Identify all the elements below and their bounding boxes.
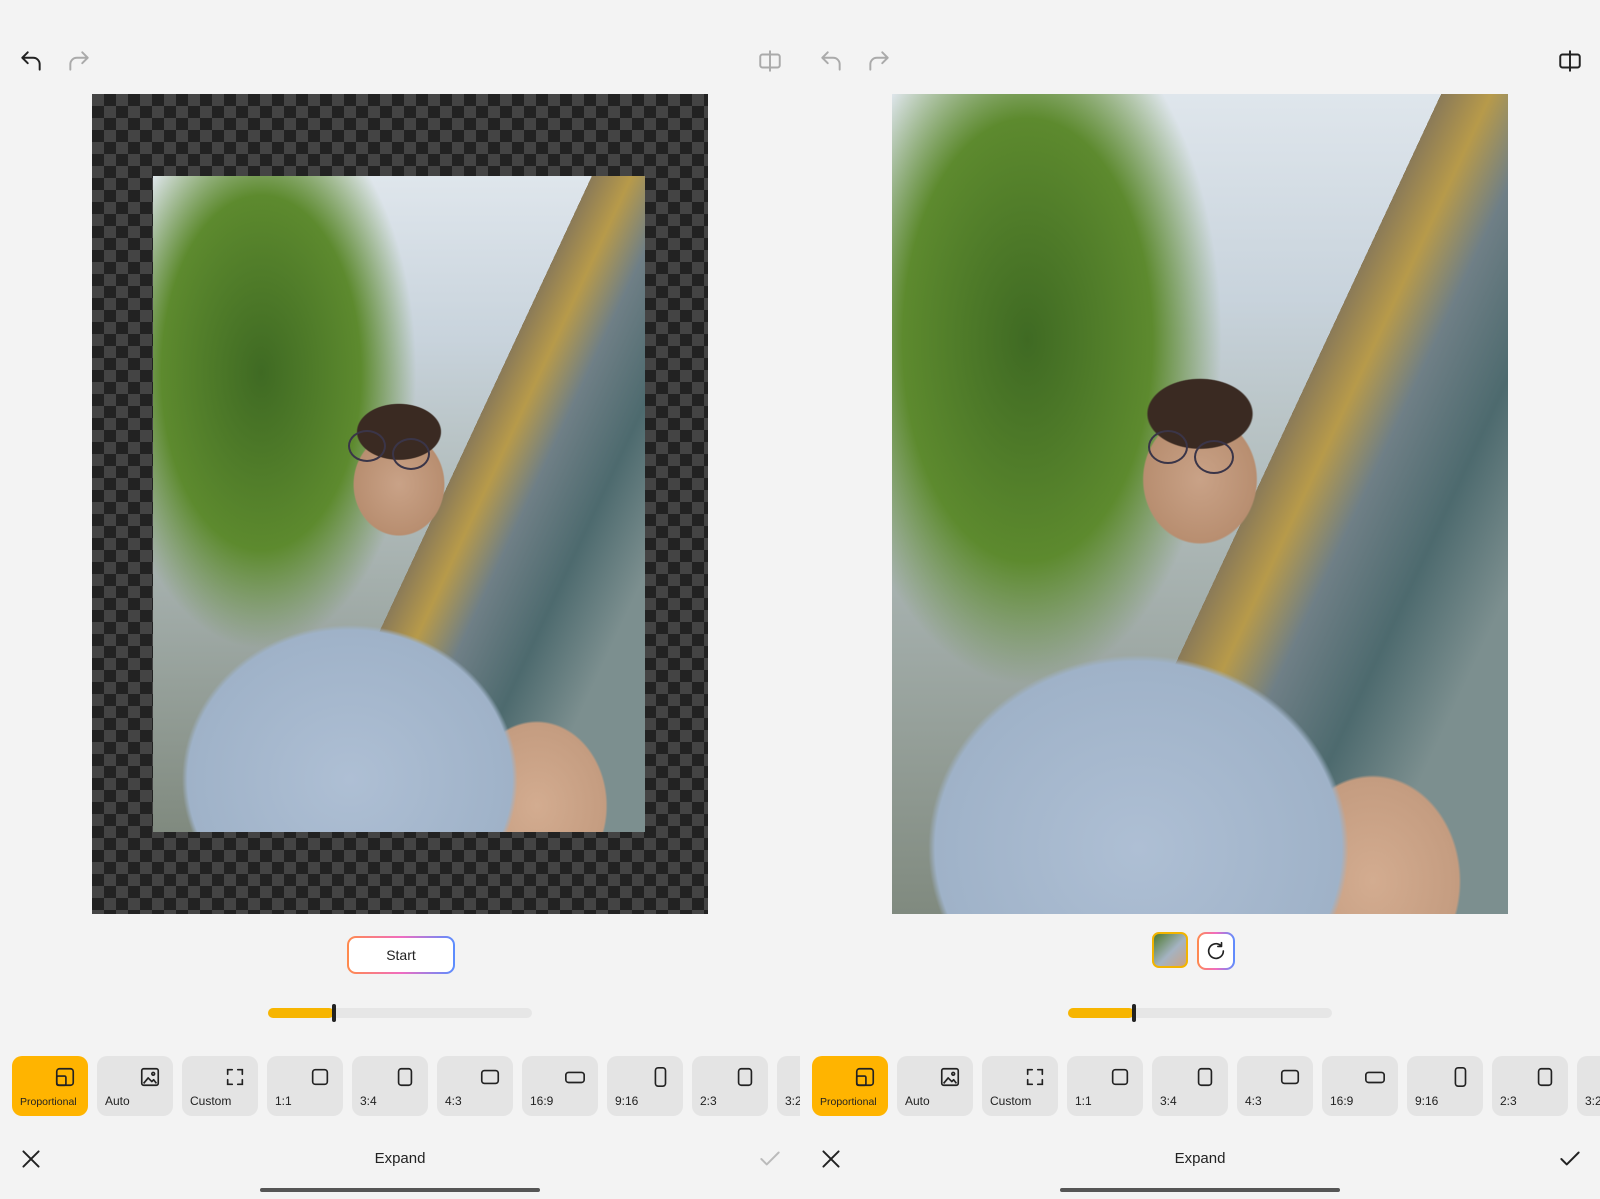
image-icon	[939, 1066, 961, 1088]
bottom-bar: Expand	[0, 1142, 800, 1178]
ratio-option-1-1[interactable]: 1:1	[1067, 1056, 1143, 1116]
left-pane: Start Proportional Auto Custom 1:1 3:4 4:3 16:…	[0, 0, 800, 1199]
original-photo	[153, 176, 645, 832]
ratio-list: Proportional Auto Custom 1:1 3:4 4:3 16:9 9:16 2…	[12, 1056, 800, 1116]
expanded-canvas[interactable]	[892, 94, 1508, 914]
slider-handle[interactable]	[332, 1004, 336, 1022]
ratio-option-4-3[interactable]: 4:3	[1237, 1056, 1313, 1116]
ratio-option-9-16[interactable]: 9:16	[1407, 1056, 1483, 1116]
result-row	[1152, 932, 1235, 970]
ratio-option-label: Auto	[105, 1094, 130, 1108]
square-icon	[1109, 1066, 1131, 1088]
ratio-option-label: Custom	[990, 1094, 1032, 1108]
start-button[interactable]: Start	[347, 936, 455, 974]
ratio-option-auto[interactable]: Auto	[897, 1056, 973, 1116]
ratio-option-label: 3:2	[1585, 1094, 1600, 1108]
ratio-option-label: 2:3	[1500, 1094, 1517, 1108]
home-indicator	[260, 1188, 540, 1192]
ratio-option-label: 3:4	[360, 1094, 377, 1108]
custom-frame-icon	[224, 1066, 246, 1088]
wide-rect-icon	[564, 1066, 586, 1088]
expand-slider[interactable]	[268, 1004, 532, 1022]
check-icon[interactable]	[1557, 1146, 1583, 1172]
ratio-option-proportional[interactable]: Proportional	[12, 1056, 88, 1116]
ratio-option-label: 4:3	[445, 1094, 462, 1108]
slider-fill	[268, 1008, 334, 1018]
bottom-bar: Expand	[800, 1142, 1600, 1178]
ratio-option-label: 16:9	[1330, 1094, 1354, 1108]
portrait-rect-icon	[1194, 1066, 1216, 1088]
result-thumbnail[interactable]	[1152, 932, 1188, 968]
ratio-option-3-2[interactable]: 3:2	[777, 1056, 800, 1116]
ratio-option-proportional[interactable]: Proportional	[812, 1056, 888, 1116]
image-icon	[139, 1066, 161, 1088]
ratio-option-label: 2:3	[700, 1094, 717, 1108]
portrait-rect-icon	[1534, 1066, 1556, 1088]
ratio-option-label: 1:1	[1075, 1094, 1092, 1108]
square-icon	[309, 1066, 331, 1088]
ratio-option-label: 9:16	[615, 1094, 639, 1108]
ratio-option-label: 1:1	[275, 1094, 292, 1108]
redo-icon[interactable]	[64, 46, 94, 76]
ratio-option-label: Proportional	[20, 1096, 77, 1108]
slider-handle[interactable]	[1132, 1004, 1136, 1022]
ratio-option-label: 4:3	[1245, 1094, 1262, 1108]
expand-canvas[interactable]	[92, 94, 708, 914]
right-pane: Proportional Auto Custom 1:1 3:4 4:3 16:9 9:16 2…	[800, 0, 1600, 1199]
proportional-icon	[854, 1066, 876, 1088]
landscape-rect-icon	[479, 1066, 501, 1088]
ratio-list: Proportional Auto Custom 1:1 3:4 4:3 16:9 9:16 2…	[812, 1056, 1600, 1116]
check-icon[interactable]	[757, 1146, 783, 1172]
ratio-option-label: 16:9	[530, 1094, 554, 1108]
ratio-option-1-1[interactable]: 1:1	[267, 1056, 343, 1116]
ratio-option-16-9[interactable]: 16:9	[1322, 1056, 1398, 1116]
ratio-option-label: Custom	[190, 1094, 232, 1108]
ratio-option-2-3[interactable]: 2:3	[1492, 1056, 1568, 1116]
ratio-option-label: 3:2	[785, 1094, 800, 1108]
tall-rect-icon	[1449, 1066, 1471, 1088]
tall-rect-icon	[649, 1066, 671, 1088]
home-indicator	[1060, 1188, 1340, 1192]
ratio-option-label: Auto	[905, 1094, 930, 1108]
portrait-rect-icon	[394, 1066, 416, 1088]
compare-icon[interactable]	[755, 46, 785, 76]
undo-icon[interactable]	[16, 46, 46, 76]
ratio-option-3-4[interactable]: 3:4	[352, 1056, 428, 1116]
expanded-photo	[892, 94, 1508, 914]
screen-title: Expand	[374, 1150, 426, 1167]
screen-title: Expand	[1174, 1150, 1226, 1167]
regenerate-icon[interactable]	[1197, 932, 1235, 970]
ratio-option-auto[interactable]: Auto	[97, 1056, 173, 1116]
ratio-option-2-3[interactable]: 2:3	[692, 1056, 768, 1116]
redo-icon[interactable]	[864, 46, 894, 76]
ratio-option-3-2[interactable]: 3:2	[1577, 1056, 1600, 1116]
ratio-option-label: Proportional	[820, 1096, 877, 1108]
ratio-option-label: 3:4	[1160, 1094, 1177, 1108]
undo-icon[interactable]	[816, 46, 846, 76]
expand-slider[interactable]	[1068, 1004, 1332, 1022]
custom-frame-icon	[1024, 1066, 1046, 1088]
ratio-option-label: 9:16	[1415, 1094, 1439, 1108]
ratio-option-9-16[interactable]: 9:16	[607, 1056, 683, 1116]
ratio-option-16-9[interactable]: 16:9	[522, 1056, 598, 1116]
ratio-option-4-3[interactable]: 4:3	[437, 1056, 513, 1116]
compare-icon[interactable]	[1555, 46, 1585, 76]
landscape-rect-icon	[1279, 1066, 1301, 1088]
ratio-option-custom[interactable]: Custom	[182, 1056, 258, 1116]
ratio-option-3-4[interactable]: 3:4	[1152, 1056, 1228, 1116]
ratio-option-custom[interactable]: Custom	[982, 1056, 1058, 1116]
wide-rect-icon	[1364, 1066, 1386, 1088]
portrait-rect-icon	[734, 1066, 756, 1088]
slider-fill	[1068, 1008, 1134, 1018]
proportional-icon	[54, 1066, 76, 1088]
